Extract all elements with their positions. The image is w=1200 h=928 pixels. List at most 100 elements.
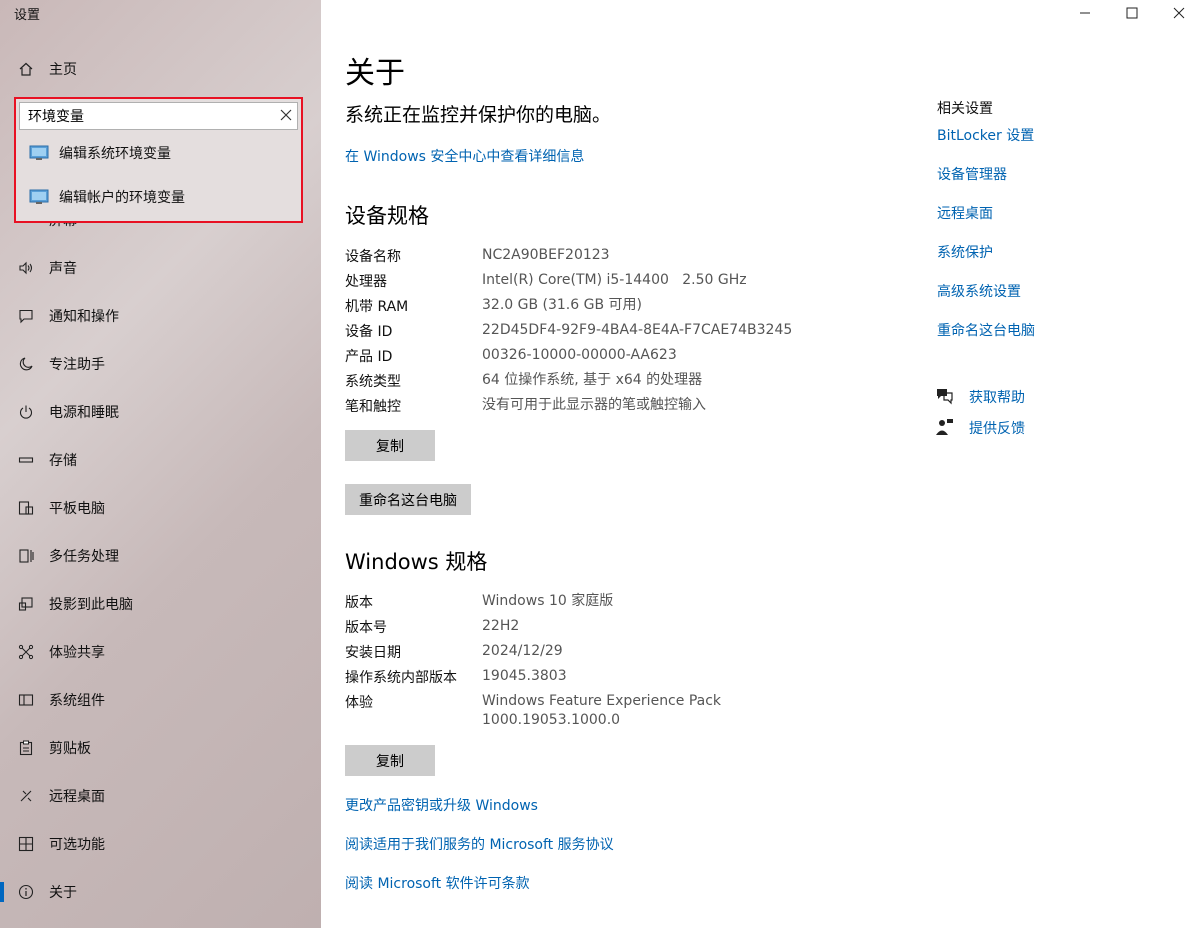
sidebar-item-remote[interactable]: 远程桌面 (0, 776, 321, 816)
storage-icon (16, 450, 36, 470)
spec-value: 没有可用于此显示器的笔或触控输入 (482, 397, 706, 413)
related-link-device-manager[interactable]: 设备管理器 (937, 164, 1007, 184)
clipboard-icon (16, 738, 36, 758)
spec-row: 安装日期 2024/12/29 (345, 642, 865, 667)
main-content: 关于 系统正在监控并保护你的电脑。 在 Windows 安全中心中查看详细信息 … (321, 0, 1200, 928)
power-icon (16, 402, 36, 422)
related-link-remote-desktop[interactable]: 远程桌面 (937, 203, 993, 223)
spec-value: 22H2 (482, 618, 520, 634)
sidebar: 设置 主页 屏幕 声音 通知和操作 专注助手 电源和睡眠 (0, 0, 321, 928)
spec-row: 版本 Windows 10 家庭版 (345, 592, 865, 617)
moon-icon (16, 354, 36, 374)
sidebar-item-label: 声音 (49, 261, 77, 277)
spec-value: 32.0 GB (31.6 GB 可用) (482, 297, 642, 313)
sidebar-item-focus[interactable]: 专注助手 (0, 344, 321, 384)
spec-key: 机带 RAM (345, 299, 409, 315)
remote-icon (16, 786, 36, 806)
spec-key: 笔和触控 (345, 399, 401, 415)
sidebar-item-label: 存储 (49, 453, 77, 469)
sidebar-item-label: 系统组件 (49, 693, 105, 709)
security-center-link[interactable]: 在 Windows 安全中心中查看详细信息 (345, 146, 584, 166)
related-link-advanced-settings[interactable]: 高级系统设置 (937, 281, 1021, 301)
spec-row: 机带 RAM 32.0 GB (31.6 GB 可用) (345, 296, 865, 321)
feedback-person-icon (935, 418, 955, 436)
sidebar-item-label: 通知和操作 (49, 309, 119, 325)
sidebar-item-multitask[interactable]: 多任务处理 (0, 536, 321, 576)
monitor-icon (29, 145, 49, 161)
sidebar-item-components[interactable]: 系统组件 (0, 680, 321, 720)
related-link-bitlocker[interactable]: BitLocker 设置 (937, 125, 1034, 145)
spec-key: 处理器 (345, 274, 387, 290)
sidebar-item-label: 专注助手 (49, 357, 105, 373)
rename-pc-button[interactable]: 重命名这台电脑 (345, 484, 471, 515)
minimize-button[interactable] (1073, 3, 1097, 23)
spec-key: 操作系统内部版本 (345, 670, 457, 686)
spec-value: 64 位操作系统, 基于 x64 的处理器 (482, 372, 703, 388)
components-icon (16, 690, 36, 710)
upgrade-windows-link[interactable]: 更改产品密钥或升级 Windows (345, 795, 538, 815)
maximize-button[interactable] (1120, 3, 1144, 23)
spec-row: 操作系统内部版本 19045.3803 (345, 667, 865, 692)
spec-key: 产品 ID (345, 349, 393, 365)
sidebar-item-power[interactable]: 电源和睡眠 (0, 392, 321, 432)
sidebar-item-features[interactable]: 可选功能 (0, 824, 321, 864)
share-icon (16, 642, 36, 662)
spec-key: 设备 ID (345, 324, 393, 340)
copy-device-specs-button[interactable]: 复制 (345, 430, 435, 461)
suggestion-item[interactable]: 编辑帐户的环境变量 (19, 177, 298, 217)
spec-row: 设备 ID 22D45DF4-92F9-4BA4-8E4A-F7CAE74B32… (345, 321, 865, 346)
close-window-button[interactable] (1167, 3, 1191, 23)
message-icon (16, 306, 36, 326)
sidebar-item-label: 主页 (49, 62, 77, 78)
get-help-link[interactable]: 获取帮助 (969, 387, 1025, 407)
close-icon[interactable] (278, 107, 294, 123)
sidebar-item-label: 多任务处理 (49, 549, 119, 565)
related-link-rename-pc[interactable]: 重命名这台电脑 (937, 320, 1035, 340)
spec-value: Windows 10 家庭版 (482, 593, 614, 609)
sidebar-item-about[interactable]: 关于 (0, 872, 321, 912)
search-input[interactable] (19, 102, 298, 130)
sidebar-item-label: 剪贴板 (49, 741, 91, 757)
home-icon (16, 59, 36, 79)
license-terms-link[interactable]: 阅读 Microsoft 软件许可条款 (345, 873, 530, 893)
spec-value: 00326-10000-00000-AA623 (482, 347, 677, 363)
windows-specs-heading: Windows 规格 (345, 550, 488, 574)
sidebar-item-label: 关于 (49, 885, 77, 901)
sidebar-item-clipboard[interactable]: 剪贴板 (0, 728, 321, 768)
features-icon (16, 834, 36, 854)
suggestion-label: 编辑帐户的环境变量 (59, 190, 185, 206)
tablet-icon (16, 498, 36, 518)
spec-row: 设备名称 NC2A90BEF20123 (345, 246, 865, 271)
project-icon (16, 594, 36, 614)
info-icon (16, 882, 36, 902)
service-agreement-link[interactable]: 阅读适用于我们服务的 Microsoft 服务协议 (345, 834, 614, 854)
feedback-link[interactable]: 提供反馈 (969, 418, 1025, 438)
sidebar-item-label: 远程桌面 (49, 789, 105, 805)
sidebar-item-storage[interactable]: 存储 (0, 440, 321, 480)
copy-windows-specs-button[interactable]: 复制 (345, 745, 435, 776)
speaker-icon (16, 258, 36, 278)
spec-value: Windows Feature Experience Pack (482, 693, 722, 709)
sidebar-item-tablet[interactable]: 平板电脑 (0, 488, 321, 528)
suggestion-label: 编辑系统环境变量 (59, 146, 171, 162)
spec-value: 22D45DF4-92F9-4BA4-8E4A-F7CAE74B3245 (482, 322, 793, 338)
monitor-icon (29, 189, 49, 205)
spec-value: NC2A90BEF20123 (482, 247, 610, 263)
spec-value: 19045.3803 (482, 668, 567, 684)
spec-row: 产品 ID 00326-10000-00000-AA623 (345, 346, 865, 371)
sidebar-item-label: 体验共享 (49, 645, 105, 661)
suggestion-item[interactable]: 编辑系统环境变量 (19, 133, 298, 173)
spec-row: 体验 Windows Feature Experience Pack 1000.… (345, 692, 865, 732)
sidebar-item-home[interactable]: 主页 (0, 49, 321, 89)
spec-key: 版本号 (345, 620, 387, 636)
sidebar-item-project[interactable]: 投影到此电脑 (0, 584, 321, 624)
sidebar-item-share[interactable]: 体验共享 (0, 632, 321, 672)
spec-key: 版本 (345, 595, 373, 611)
device-specs-heading: 设备规格 (345, 204, 429, 228)
sidebar-item-label: 可选功能 (49, 837, 105, 853)
search-dropdown: 编辑系统环境变量 编辑帐户的环境变量 (14, 97, 303, 223)
app-title: 设置 (14, 8, 41, 23)
sidebar-item-notifications[interactable]: 通知和操作 (0, 296, 321, 336)
related-link-system-protection[interactable]: 系统保护 (937, 242, 993, 262)
sidebar-item-sound[interactable]: 声音 (0, 248, 321, 288)
